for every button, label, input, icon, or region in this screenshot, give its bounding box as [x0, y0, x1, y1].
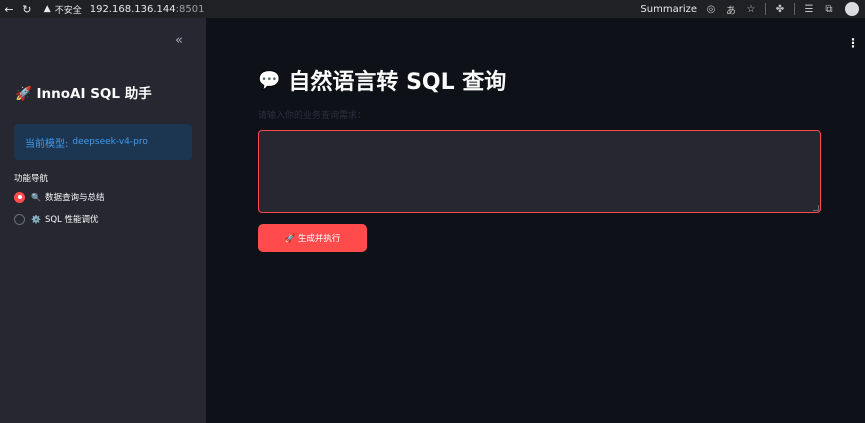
translate-icon[interactable]: あ: [721, 0, 741, 18]
nav-option-sql-tuning[interactable]: ⚙️ SQL 性能调优: [14, 213, 99, 225]
back-arrow-icon[interactable]: ←: [0, 0, 18, 18]
page-title: 💬 自然语言转 SQL 查询: [258, 64, 506, 96]
radio-selected-icon[interactable]: [14, 191, 25, 203]
browser-toolbar: ← ↻ ▲ 不安全 192.168.136.144:8501 Summarize…: [0, 0, 865, 18]
nav-option-label: 数据查询与总结: [44, 193, 105, 203]
collapse-sidebar-icon[interactable]: «: [175, 33, 183, 48]
summarize-button[interactable]: Summarize: [640, 4, 697, 15]
bookmark-star-icon[interactable]: ☆: [741, 0, 761, 18]
query-field-label: 请输入你的业务查询需求：: [258, 111, 367, 121]
page-title-text: 自然语言转 SQL 查询: [288, 70, 507, 95]
query-textarea[interactable]: [258, 130, 821, 213]
model-label: 当前模型:: [25, 138, 69, 150]
address-bar[interactable]: ▲ 不安全 192.168.136.144:8501: [44, 1, 641, 17]
toolbar-divider: [765, 3, 766, 15]
generate-execute-button[interactable]: 🚀 生成并执行: [258, 224, 367, 252]
extensions-icon[interactable]: ✤: [770, 0, 790, 18]
current-model-info: 当前模型: deepseek-v4-pro: [14, 124, 192, 160]
url-port: :8501: [175, 3, 205, 15]
favorites-icon[interactable]: ☰: [799, 0, 819, 18]
app-title: 🚀 InnoAI SQL 助手: [15, 86, 152, 102]
reload-icon[interactable]: ↻: [18, 0, 36, 18]
summarize-icon[interactable]: ◎: [701, 0, 721, 18]
speech-bubble-icon: 💬: [258, 69, 281, 91]
warning-icon[interactable]: ▲: [44, 4, 51, 14]
sidebar: « 🚀 InnoAI SQL 助手 当前模型: deepseek-v4-pro …: [0, 18, 206, 423]
model-value: deepseek-v4-pro: [72, 137, 148, 147]
nav-label: 功能导航: [14, 174, 49, 184]
main-menu-icon[interactable]: ⋮: [847, 36, 859, 50]
gear-icon: ⚙️: [31, 214, 41, 224]
url-host: 192.168.136.144: [89, 3, 176, 15]
toolbar-divider: [794, 3, 795, 15]
collections-icon[interactable]: ⧉: [819, 0, 839, 18]
resize-handle-icon[interactable]: [813, 205, 819, 211]
radio-unselected-icon[interactable]: [14, 213, 25, 225]
nav-option-data-query[interactable]: 🔍 数据查询与总结: [14, 191, 104, 203]
nav-option-label: SQL 性能调优: [44, 215, 99, 225]
security-label[interactable]: 不安全: [55, 3, 82, 16]
magnifier-icon: 🔍: [31, 192, 41, 202]
profile-avatar[interactable]: [845, 2, 859, 16]
